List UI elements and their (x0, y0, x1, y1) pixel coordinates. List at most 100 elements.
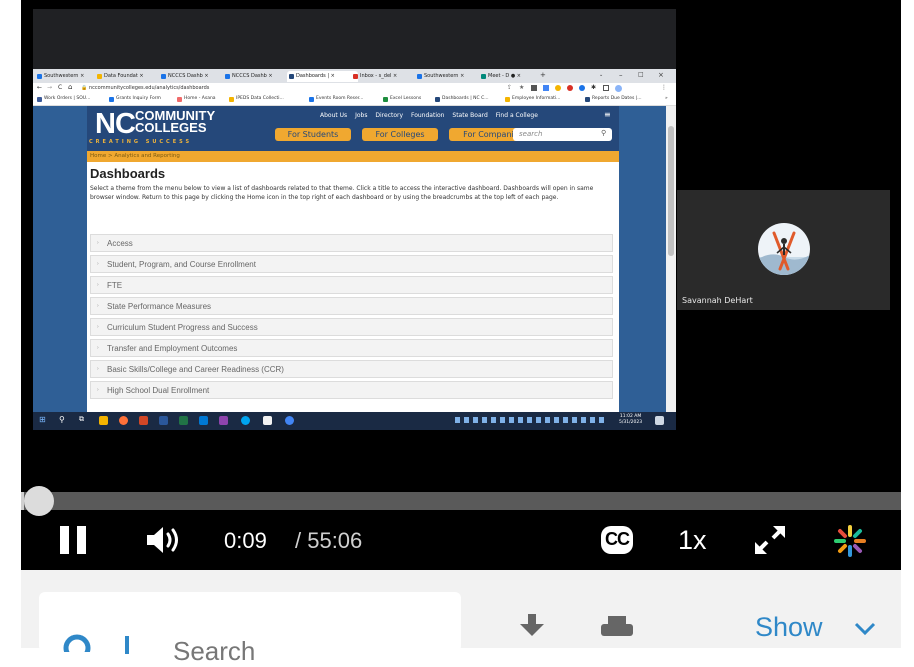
forward-icon[interactable]: → (47, 84, 52, 91)
hamburger-menu-icon[interactable]: ≡ (604, 110, 611, 119)
close-icon[interactable]: × (658, 71, 664, 79)
logo-community-colleges[interactable]: COMMUNITY COLLEGES (135, 109, 215, 134)
onenote-icon[interactable] (219, 416, 228, 425)
bookmark-item[interactable]: Dashboards | NC C... (435, 96, 489, 102)
theme-accordion-enrollment[interactable]: › Student, Program, and Course Enrollment (90, 255, 613, 273)
browser-tab[interactable]: Southwestern × (35, 71, 102, 82)
breadcrumb[interactable]: Home > Analytics and Reporting (87, 151, 619, 162)
theme-accordion-ccr[interactable]: › Basic Skills/College and Career Readine… (90, 360, 613, 378)
back-icon[interactable]: ← (37, 84, 42, 91)
share-icon[interactable]: ⇪ (507, 84, 512, 91)
excel-icon[interactable] (179, 416, 188, 425)
nav-state-board[interactable]: State Board (452, 112, 487, 119)
search-icon[interactable]: ⚲ (59, 415, 65, 424)
browser-tab-active[interactable]: Dashboards | × (287, 71, 358, 82)
nav-jobs[interactable]: Jobs (355, 112, 367, 119)
chevron-right-icon[interactable]: » (665, 96, 668, 101)
page-scrollbar-thumb[interactable] (668, 126, 674, 256)
bookmark-item[interactable]: IPEDS Data Collecti... (229, 96, 284, 102)
pause-icon (60, 526, 86, 554)
home-icon[interactable]: ⌂ (68, 83, 72, 91)
nav-about-us[interactable]: About Us (320, 112, 347, 119)
playback-speed-button[interactable]: 1x (678, 525, 707, 556)
puzzle-icon[interactable]: ✱ (591, 84, 596, 91)
download-icon[interactable] (515, 614, 549, 636)
for-students-button[interactable]: For Students (275, 128, 351, 141)
firefox-icon[interactable] (119, 416, 128, 425)
bookmark-star-icon[interactable]: ★ (519, 84, 524, 91)
progress-handle[interactable] (24, 486, 54, 516)
logo-nc[interactable]: NC (95, 109, 136, 139)
bookmark-item[interactable]: Excel Lessons (383, 96, 421, 102)
app-icon[interactable] (241, 416, 250, 425)
bookmark-item[interactable]: Home - Asana (177, 96, 216, 102)
browser-tab[interactable]: Southwestern × (415, 71, 486, 82)
profile-icon[interactable] (615, 85, 622, 92)
spark-logo-icon[interactable] (833, 524, 867, 558)
chrome-icon[interactable] (285, 416, 294, 425)
intro-text: Select a theme from the menu below to vi… (90, 185, 594, 201)
site-header: NC COMMUNITY COLLEGES CREATING SUCCESS Ab… (87, 106, 619, 151)
extension-icon[interactable] (579, 85, 585, 91)
file-explorer-icon[interactable] (99, 416, 108, 425)
theme-accordion-transfer[interactable]: › Transfer and Employment Outcomes (90, 339, 613, 357)
browser-tab[interactable]: NCCCS Dashb × (223, 71, 294, 82)
extension-icon[interactable] (531, 85, 537, 91)
browser-tab[interactable]: Inbox - s_del × (351, 71, 422, 82)
extension-icon[interactable] (567, 85, 573, 91)
progress-bar[interactable] (21, 492, 901, 510)
theme-accordion-access[interactable]: › Access (90, 234, 613, 252)
bookmark-item[interactable]: Events Room Reser... (309, 96, 363, 102)
volume-button[interactable] (145, 525, 183, 555)
player-controls: 0:09 / 55:06 CC 1x (21, 486, 901, 570)
notifications-icon[interactable] (655, 416, 664, 425)
nav-directory[interactable]: Directory (375, 112, 403, 119)
browser-tab[interactable]: Meet - D ● × (479, 71, 544, 82)
taskbar-clock[interactable]: 11:02 AM 5/31/2023 (619, 414, 642, 426)
outlook-icon[interactable] (199, 416, 208, 425)
url-field[interactable]: nccommunitycolleges.edu/analytics/dashbo… (89, 85, 209, 91)
site-search-input[interactable]: search ⚲ (513, 128, 612, 141)
for-colleges-button[interactable]: For Colleges (362, 128, 438, 141)
theme-accordion-dual-enrollment[interactable]: › High School Dual Enrollment (90, 381, 613, 399)
video-player[interactable]: Southwestern × Data Foundat × NCCCS Dash… (21, 0, 901, 492)
word-icon[interactable] (159, 416, 168, 425)
windows-start-icon[interactable]: ⊞ (39, 415, 46, 424)
maximize-icon[interactable]: □ (638, 71, 644, 78)
menu-icon[interactable]: ⋮ (661, 84, 667, 91)
transcript-search-input[interactable]: Search (39, 592, 461, 666)
taskbar-time: 11:02 AM (619, 414, 642, 419)
fullscreen-button[interactable] (753, 524, 787, 556)
browser-tab[interactable]: NCCCS Dashb × (159, 71, 230, 82)
chevron-down-icon[interactable]: ⌄ (599, 72, 603, 78)
chevron-down-icon[interactable] (854, 622, 876, 636)
new-tab-icon[interactable]: + (540, 71, 546, 79)
sidebar-icon[interactable] (603, 85, 609, 91)
extension-icon[interactable] (555, 85, 561, 91)
extension-icon[interactable] (543, 85, 549, 91)
minimize-icon[interactable]: – (619, 71, 623, 79)
nav-foundation[interactable]: Foundation (411, 112, 445, 119)
task-view-icon[interactable]: ⧉ (79, 415, 84, 424)
bookmark-label: Employee Informati... (512, 96, 561, 101)
bookmark-item[interactable]: Employee Informati... (505, 96, 561, 102)
browser-tab[interactable]: Data Foundat × (95, 71, 166, 82)
powerpoint-icon[interactable] (139, 416, 148, 425)
bookmark-item[interactable]: Grants Inquiry Form (109, 96, 161, 102)
tab-favicon (353, 74, 358, 79)
reload-icon[interactable]: C (58, 84, 62, 91)
bookmark-item[interactable]: Work Orders | SOU... (37, 96, 90, 102)
print-icon[interactable] (599, 616, 635, 636)
lock-icon: 🔒 (81, 85, 88, 91)
bookmark-item[interactable]: Reports Due Dates |... (585, 96, 642, 102)
nav-find-a-college[interactable]: Find a College (496, 112, 538, 119)
pause-button[interactable] (59, 525, 89, 555)
theme-accordion-performance[interactable]: › State Performance Measures (90, 297, 613, 315)
notepad-icon[interactable] (263, 416, 272, 425)
search-icon[interactable]: ⚲ (601, 129, 606, 137)
theme-accordion-progress[interactable]: › Curriculum Student Progress and Success (90, 318, 613, 336)
closed-captions-button[interactable]: CC (601, 526, 633, 554)
theme-accordion-fte[interactable]: › FTE (90, 276, 613, 294)
system-tray-icons[interactable] (455, 417, 605, 423)
show-dropdown[interactable]: Show (755, 612, 823, 643)
